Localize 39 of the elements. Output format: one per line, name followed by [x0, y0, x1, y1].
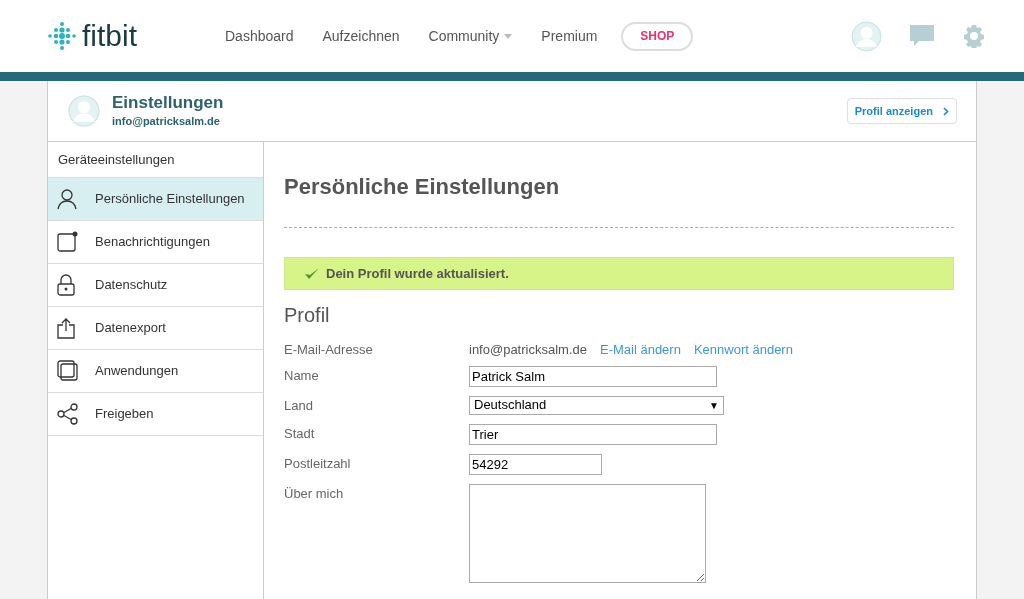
account-email: info@patricksalm.de	[112, 113, 221, 129]
settings-title: Einstellungen	[112, 92, 224, 113]
section-title: Profil	[284, 303, 331, 328]
windows-icon	[57, 360, 79, 382]
export-icon	[57, 317, 75, 339]
settings-icon[interactable]	[962, 24, 986, 48]
about-me-field[interactable]	[469, 484, 706, 583]
share-icon	[57, 403, 79, 425]
chevron-right-icon	[943, 106, 949, 116]
logo-wordmark: fitbit	[82, 21, 138, 51]
nav-link[interactable]: Premium	[541, 25, 598, 47]
person-icon	[57, 188, 77, 210]
text-field[interactable]: 54292	[469, 454, 602, 475]
view-profile-button[interactable]: Profil anzeigen	[846, 98, 957, 124]
text-field[interactable]: Trier	[469, 424, 717, 445]
field-label: Land	[284, 396, 314, 415]
email-value: info@patricksalm.de	[469, 341, 587, 359]
avatar-icon	[68, 95, 100, 127]
lock-icon	[57, 274, 75, 296]
field-label: Über mich	[284, 485, 345, 503]
field-label: Stadt	[284, 425, 316, 443]
text-field[interactable]: Patrick Salm	[469, 365, 717, 387]
nav-link[interactable]: Aufzeichnen	[322, 25, 400, 47]
field-label: E-Mail-Adresse	[284, 341, 374, 359]
field-label: Name	[284, 366, 320, 385]
checkmark-icon	[304, 267, 320, 280]
sidebar-item[interactable]: Persönliche Einstellungen	[48, 178, 263, 221]
country-dropdown[interactable]: Deutschland ▼	[469, 395, 724, 415]
field-label: Postleitzahl	[284, 455, 352, 473]
page-title: Persönliche Einstellungen	[284, 173, 561, 201]
logo-dots-icon	[48, 21, 76, 51]
caret-icon	[504, 33, 513, 39]
chat-icon[interactable]	[909, 24, 935, 48]
avatar-icon[interactable]	[851, 20, 882, 52]
notification-icon	[57, 231, 79, 253]
nav-link[interactable]: Community	[428, 25, 513, 47]
shop-button[interactable]: SHOP	[621, 21, 694, 51]
nav-link[interactable]: Dashboard	[225, 25, 294, 47]
success-banner: Dein Profil wurde aktualisiert.	[284, 257, 954, 290]
